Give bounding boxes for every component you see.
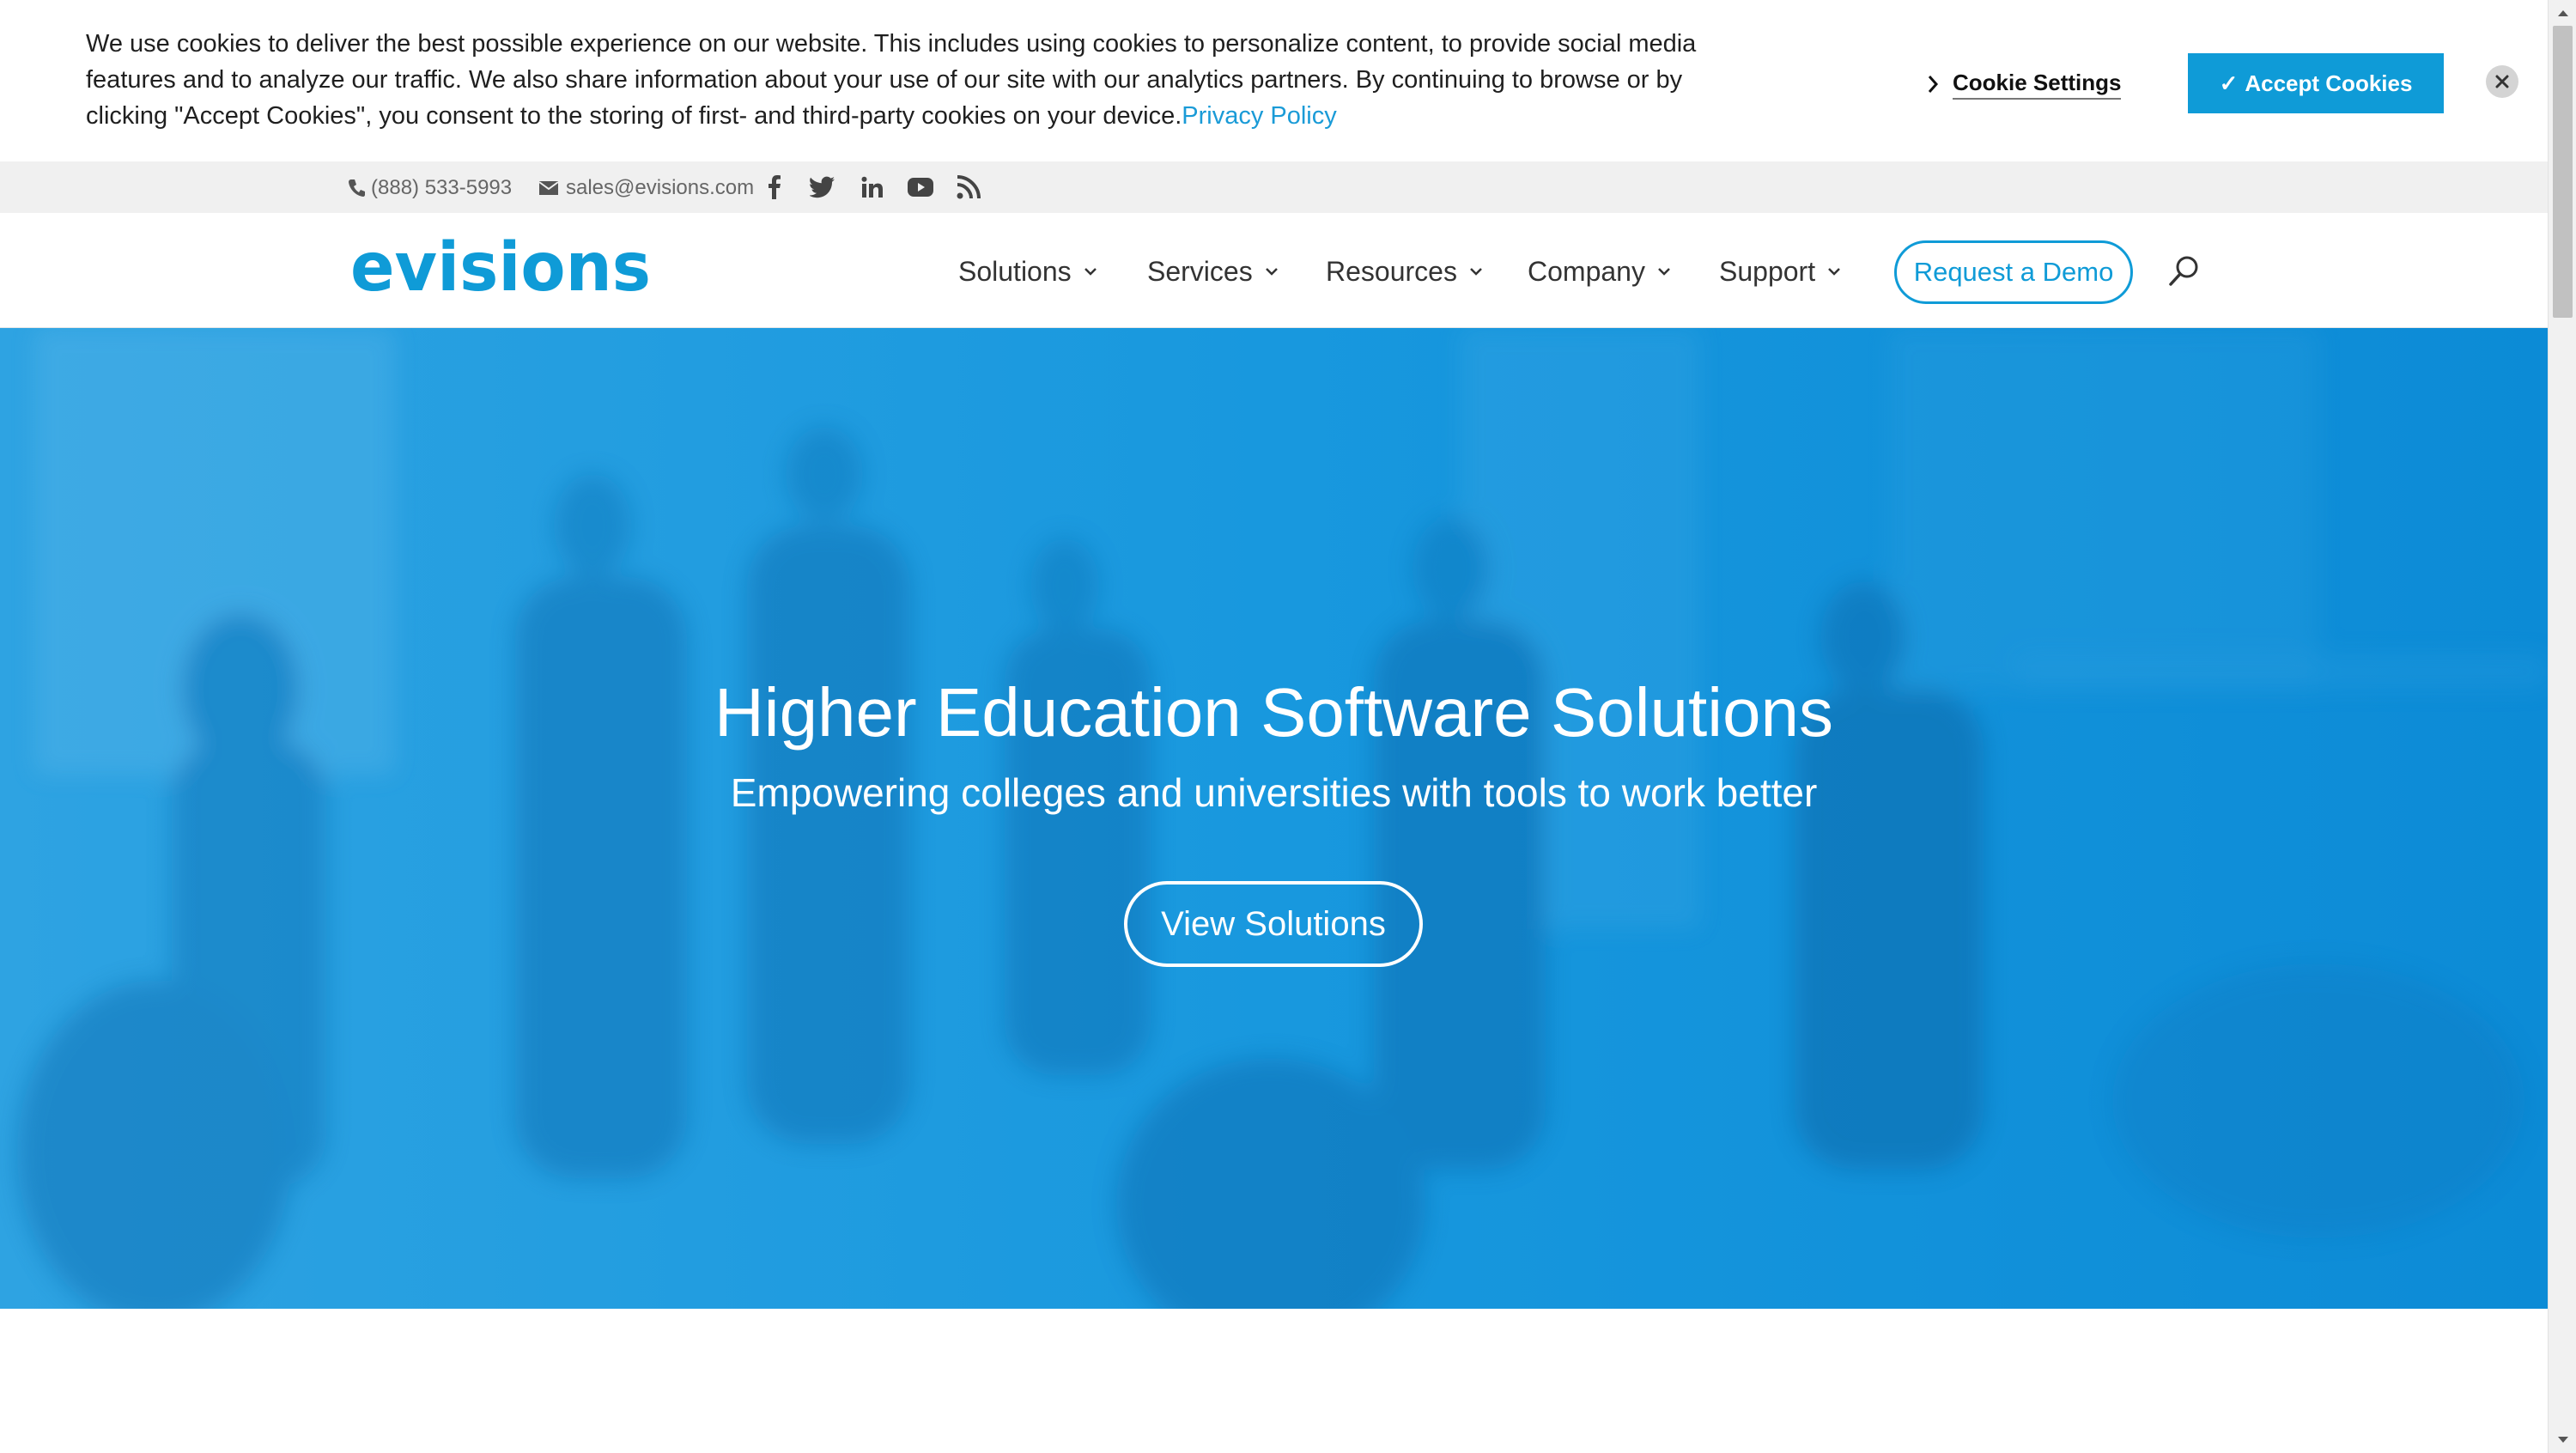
cookie-settings-label: Cookie Settings xyxy=(1953,70,2122,100)
nav-label: Solutions xyxy=(958,255,1072,287)
search-button[interactable] xyxy=(2167,254,2202,289)
twitter-link[interactable] xyxy=(807,172,838,203)
site-header: evisions Solutions Services Resources Co… xyxy=(0,213,2548,328)
hero-section: Higher Education Software Solutions Empo… xyxy=(0,328,2548,1309)
vertical-scrollbar[interactable] xyxy=(2548,0,2576,1453)
facebook-icon xyxy=(769,175,781,199)
scroll-up-button[interactable] xyxy=(2549,0,2576,26)
chevron-down-icon xyxy=(1658,268,1670,276)
arrow-down-icon xyxy=(2557,1437,2568,1443)
rss-icon xyxy=(957,175,981,199)
hero-subtitle: Empowering colleges and universities wit… xyxy=(730,770,1818,815)
arrow-up-icon xyxy=(2557,10,2568,16)
email-contact[interactable]: sales@evisions.com xyxy=(538,175,754,201)
linkedin-link[interactable] xyxy=(857,172,888,203)
chevron-down-icon xyxy=(1265,268,1278,276)
cookie-banner: We use cookies to deliver the best possi… xyxy=(0,0,2548,161)
cookie-message-text: We use cookies to deliver the best possi… xyxy=(86,30,1697,130)
logo-text: evisions xyxy=(350,237,651,299)
hero-title: Higher Education Software Solutions xyxy=(714,674,1833,751)
nav-label: Services xyxy=(1147,255,1253,287)
request-demo-button[interactable]: Request a Demo xyxy=(1894,240,2133,304)
youtube-icon xyxy=(908,178,933,197)
view-solutions-button[interactable]: View Solutions xyxy=(1124,881,1423,967)
nav-company[interactable]: Company xyxy=(1528,252,1671,290)
close-icon xyxy=(2495,75,2509,88)
youtube-link[interactable] xyxy=(905,172,936,203)
nav-support[interactable]: Support xyxy=(1719,252,1841,290)
nav-label: Support xyxy=(1719,255,1816,287)
facebook-link[interactable] xyxy=(759,172,790,203)
hero-background-image xyxy=(0,328,2548,1309)
scroll-down-button[interactable] xyxy=(2549,1427,2576,1453)
linkedin-icon xyxy=(861,176,883,198)
cookie-settings-button[interactable]: Cookie Settings xyxy=(1927,67,2122,101)
nav-services[interactable]: Services xyxy=(1147,252,1279,290)
chevron-right-icon xyxy=(1927,71,1942,97)
privacy-policy-link[interactable]: Privacy Policy xyxy=(1182,102,1337,130)
close-banner-button[interactable] xyxy=(2486,65,2518,98)
rss-link[interactable] xyxy=(953,172,984,203)
checkmark-icon: ✓ xyxy=(2219,70,2239,96)
evisions-logo[interactable]: evisions xyxy=(350,229,653,307)
scrollbar-thumb[interactable] xyxy=(2553,26,2573,318)
cookie-message: We use cookies to deliver the best possi… xyxy=(86,26,1760,134)
nav-label: Company xyxy=(1528,255,1645,287)
phone-contact[interactable]: (888) 533-5993 xyxy=(347,175,512,201)
search-icon xyxy=(2169,256,2198,286)
chevron-down-icon xyxy=(1084,268,1097,276)
phone-number: (888) 533-5993 xyxy=(371,176,513,199)
accept-cookies-button[interactable]: ✓ Accept Cookies xyxy=(2188,53,2444,113)
phone-icon xyxy=(349,179,365,197)
accept-cookies-label: Accept Cookies xyxy=(2245,70,2413,96)
nav-label: Resources xyxy=(1326,255,1457,287)
nav-solutions[interactable]: Solutions xyxy=(958,252,1097,290)
email-address: sales@evisions.com xyxy=(566,176,755,199)
envelope-icon xyxy=(538,181,559,195)
top-contact-bar: (888) 533-5993 sales@evisions.com xyxy=(0,161,2548,213)
chevron-down-icon xyxy=(1828,268,1840,276)
nav-resources[interactable]: Resources xyxy=(1326,252,1483,290)
twitter-icon xyxy=(810,176,835,198)
chevron-down-icon xyxy=(1470,268,1482,276)
page: We use cookies to deliver the best possi… xyxy=(0,0,2548,1453)
